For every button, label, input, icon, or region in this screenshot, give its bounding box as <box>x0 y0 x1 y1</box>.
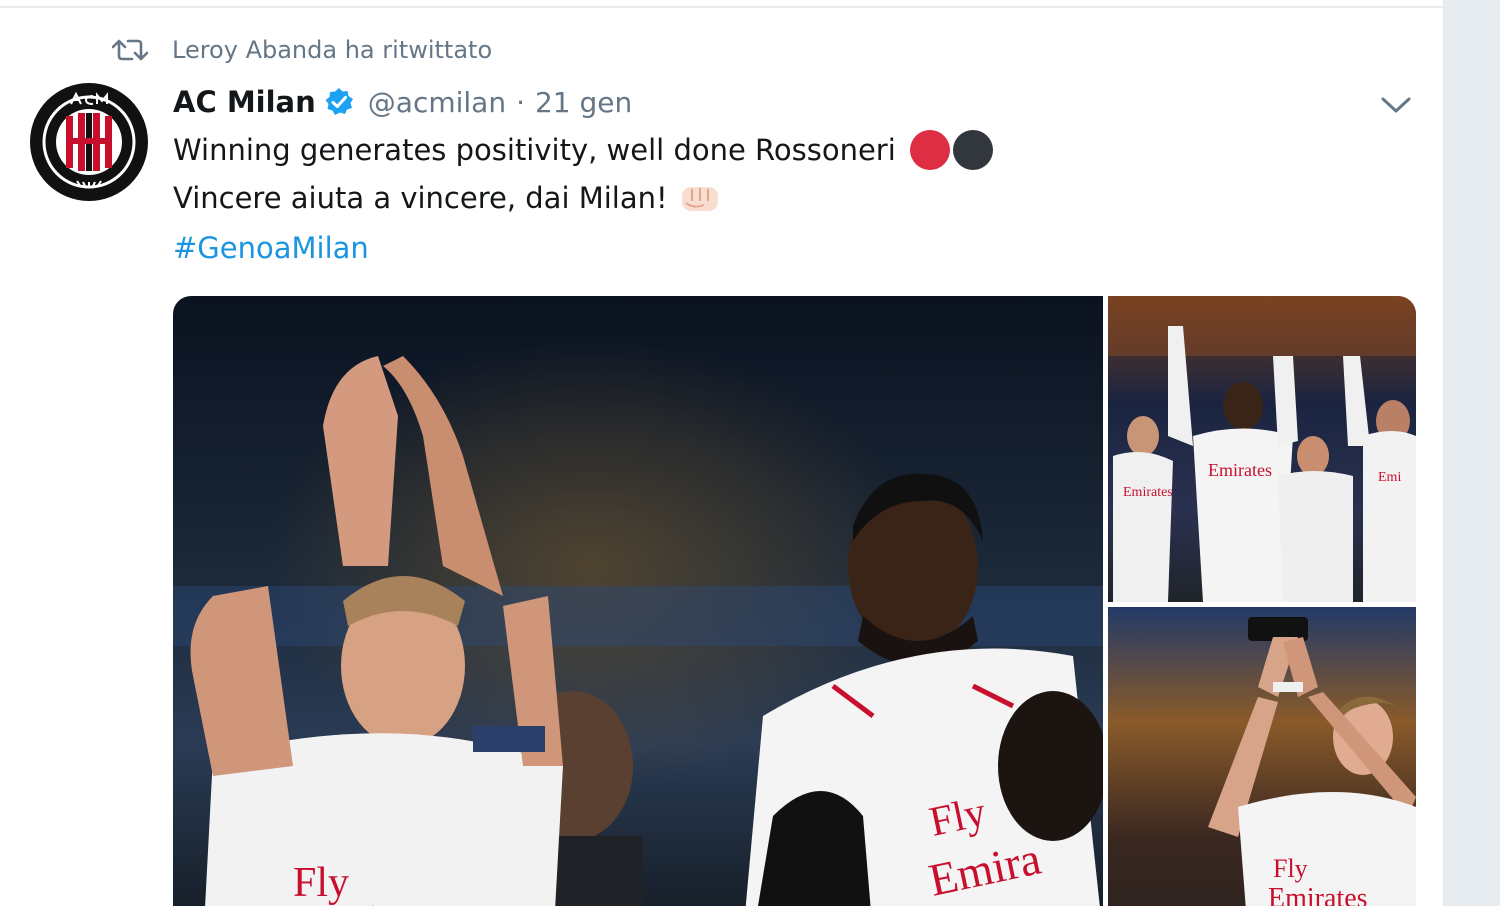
svg-text:Emi: Emi <box>1378 470 1401 485</box>
svg-text:Emirates: Emirates <box>303 895 467 906</box>
separator-dot: · <box>516 85 525 119</box>
tweet-timestamp[interactable]: 21 gen <box>535 86 632 119</box>
separator-line <box>0 6 1443 8</box>
tweet-card[interactable]: Leroy Abanda ha ritwittato AC Milan @acm… <box>0 0 1443 906</box>
svg-text:Fly: Fly <box>1273 854 1308 883</box>
retweet-label[interactable]: Leroy Abanda ha ritwittato <box>172 36 492 64</box>
svg-text:Emirates: Emirates <box>1123 485 1173 500</box>
ac-milan-crest-icon <box>35 88 143 196</box>
tweet-text-line-2: Vincere aiuta a vincere, dai Milan! <box>173 176 722 220</box>
photo-players-applauding[interactable]: Fly Emirates Fly Emira <box>173 296 1103 906</box>
verified-badge-icon <box>324 87 354 117</box>
retweet-context[interactable]: Leroy Abanda ha ritwittato <box>110 32 492 68</box>
tweet-text-italian: Vincere aiuta a vincere, dai Milan! <box>173 181 668 215</box>
photo-players-waving[interactable]: Emirates Emirates Emi <box>1108 296 1416 602</box>
oncoming-fist-emoji <box>680 181 722 215</box>
tweet-text-english: Winning generates positivity, well done … <box>173 133 896 167</box>
hashtag-link[interactable]: #GenoaMilan <box>173 231 369 265</box>
red-circle-emoji <box>909 130 950 170</box>
black-circle-emoji <box>952 130 993 170</box>
svg-text:Emirates: Emirates <box>1268 883 1368 906</box>
display-name[interactable]: AC Milan <box>173 85 316 119</box>
chevron-down-icon[interactable] <box>1378 90 1414 120</box>
media-grid: Fly Emirates Fly Emira <box>173 296 1416 906</box>
avatar[interactable] <box>30 83 148 201</box>
svg-text:Emirates: Emirates <box>1208 460 1272 480</box>
tweet-text-line-1: Winning generates positivity, well done … <box>173 128 993 172</box>
retweet-icon <box>110 35 150 65</box>
tweet-text-line-3: #GenoaMilan <box>173 226 369 270</box>
page-background-gutter <box>1443 0 1500 906</box>
user-handle[interactable]: @acmilan <box>368 86 506 119</box>
tweet-header: AC Milan @acmilan · 21 gen <box>173 80 632 124</box>
photo-player-clapping[interactable]: Fly Emirates <box>1108 607 1416 906</box>
